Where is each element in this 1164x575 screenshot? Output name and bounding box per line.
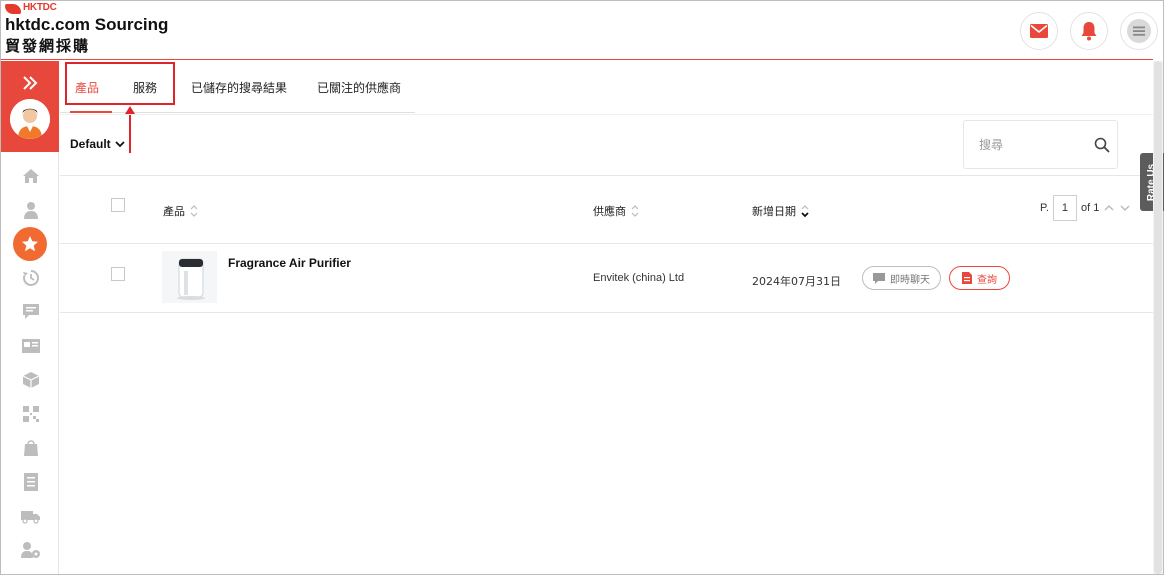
sidebar-item-profile[interactable] (21, 200, 41, 220)
chevron-down-icon (115, 141, 125, 148)
sidebar-item-documents[interactable] (21, 472, 41, 492)
chat-bubble-icon (873, 272, 885, 284)
home-icon (23, 169, 39, 183)
toolbar-divider (60, 114, 1153, 115)
arrow-shaft (129, 112, 131, 153)
tab-followed-suppliers[interactable]: 已關注的供應商 (317, 79, 401, 96)
sidebar-item-messages[interactable] (21, 302, 41, 322)
header-product[interactable]: 產品 (163, 203, 199, 219)
card-icon (22, 339, 40, 353)
user-icon (24, 202, 38, 219)
avatar-image-icon (10, 99, 50, 139)
sidebar-item-cards[interactable] (21, 336, 41, 356)
settings-icon (21, 542, 40, 558)
page-prefix: P. (1040, 202, 1049, 214)
sidebar-item-favourites[interactable] (13, 227, 47, 261)
search-input[interactable] (979, 135, 1089, 155)
search-icon[interactable] (1094, 137, 1110, 153)
pagination: P. of 1 (1040, 195, 1131, 221)
user-avatar[interactable] (10, 99, 50, 139)
site-title: hktdc.com Sourcing (5, 15, 169, 34)
sidebar-header (1, 61, 59, 152)
page-number-input[interactable] (1052, 195, 1077, 221)
qr-code-icon (23, 406, 39, 422)
header-product-label: 產品 (163, 205, 185, 218)
document-icon (24, 473, 38, 491)
sidebar-item-products[interactable] (21, 370, 41, 390)
logo-text: HKTDC (23, 2, 57, 13)
select-all-checkbox[interactable] (111, 198, 125, 212)
supplier-name[interactable]: Envitek (china) Ltd (593, 272, 684, 284)
date-added: 2024年07月31日 (752, 275, 841, 288)
header-divider (60, 243, 1153, 244)
sidebar-item-account-settings[interactable] (21, 540, 41, 560)
document-icon (962, 272, 972, 284)
product-thumbnail[interactable] (162, 251, 217, 303)
live-chat-button[interactable]: 即時聊天 (862, 266, 941, 290)
header-supplier-label: 供應商 (593, 205, 626, 218)
star-icon (22, 236, 38, 252)
search-box (963, 120, 1118, 169)
bag-icon (24, 440, 38, 456)
sidebar-item-home[interactable] (21, 166, 41, 186)
mail-icon (1030, 24, 1048, 38)
product-name-link[interactable]: Fragrance Air Purifier (228, 256, 351, 270)
page-scrollbar[interactable] (1153, 61, 1163, 574)
air-purifier-image (162, 251, 217, 303)
logo-swoosh-icon (5, 4, 21, 14)
inquire-label: 查詢 (977, 274, 997, 286)
hamburger-menu-icon (1127, 19, 1151, 43)
row-divider (60, 312, 1153, 313)
row-checkbox[interactable] (111, 267, 125, 281)
scrollbar-thumb[interactable] (1154, 61, 1162, 574)
chevron-down-icon[interactable] (1119, 203, 1131, 213)
notifications-button[interactable] (1070, 12, 1108, 50)
message-icon (23, 304, 39, 319)
page-total: of 1 (1080, 202, 1100, 214)
main-content: 產品 服務 已儲存的搜尋結果 已關注的供應商 Default 產品 供應商 新增… (60, 61, 1153, 574)
sort-arrows-icon (631, 205, 639, 217)
active-tab-indicator (70, 111, 112, 113)
sort-desc-icon (801, 205, 809, 218)
sort-arrows-icon (190, 205, 198, 217)
mail-button[interactable] (1020, 12, 1058, 50)
truck-icon (21, 511, 40, 524)
double-chevron-right-icon (23, 76, 38, 90)
inquire-button[interactable]: 查詢 (949, 266, 1010, 290)
tab-saved-searches[interactable]: 已儲存的搜尋結果 (191, 79, 287, 96)
sidebar-item-logistics[interactable] (21, 506, 41, 526)
history-icon (23, 269, 40, 286)
box-icon (22, 372, 40, 388)
header-date-label: 新增日期 (752, 205, 796, 218)
live-chat-label: 即時聊天 (890, 274, 930, 286)
sort-label: Default (70, 137, 111, 151)
sidebar-item-shopping[interactable] (21, 438, 41, 458)
sidebar-item-qr[interactable] (21, 404, 41, 424)
app-header: HKTDC hktdc.com Sourcing 貿發網採購 (1, 1, 1158, 60)
expand-sidebar-button[interactable] (19, 73, 41, 93)
sidebar-item-history[interactable] (21, 268, 41, 288)
annotation-highlight-box (65, 62, 175, 105)
sidebar (1, 61, 59, 574)
menu-button[interactable] (1120, 12, 1158, 50)
header-supplier[interactable]: 供應商 (593, 203, 640, 219)
sort-dropdown[interactable]: Default (70, 137, 125, 151)
table-top-border (60, 175, 1153, 176)
site-subtitle: 貿發網採購 (5, 37, 91, 55)
chevron-up-icon[interactable] (1103, 203, 1115, 213)
bell-icon (1081, 22, 1097, 41)
header-date-added[interactable]: 新增日期 (752, 203, 810, 219)
hktdc-logo[interactable]: HKTDC (5, 2, 57, 15)
